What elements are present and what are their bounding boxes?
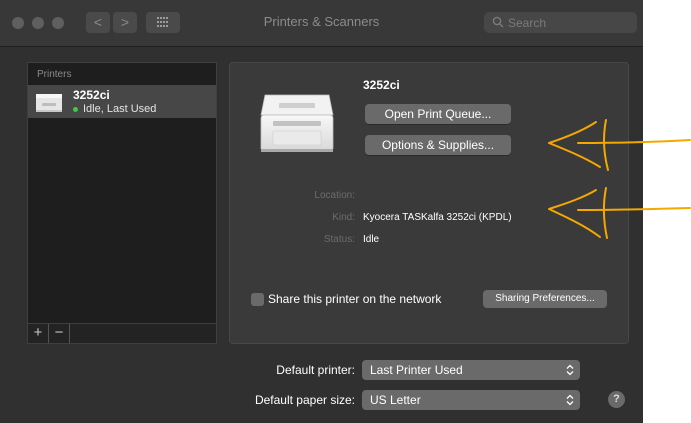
help-button[interactable]: ? (608, 391, 625, 408)
printer-image (260, 94, 334, 152)
printer-detail-name: 3252ci (363, 78, 400, 92)
open-print-queue-button[interactable]: Open Print Queue... (365, 104, 511, 124)
printer-list-footer: + − (28, 323, 216, 343)
kind-label: Kind: (332, 212, 355, 223)
kind-value: Kyocera TASKalfa 3252ci (KPDL) (363, 212, 512, 223)
search-placeholder: Search (508, 16, 547, 30)
share-printer-label[interactable]: Share this printer on the network (268, 292, 441, 306)
default-paper-value: US Letter (370, 393, 421, 407)
printer-status: Idle, Last Used (73, 103, 156, 115)
chevron-updown-icon (566, 394, 574, 406)
options-supplies-button[interactable]: Options & Supplies... (365, 135, 511, 155)
printer-list-item[interactable]: 3252ci Idle, Last Used (28, 85, 216, 118)
annotation-arrow-icon (548, 119, 691, 171)
search-icon (492, 16, 504, 28)
status-dot-icon (73, 106, 78, 112)
titlebar: < > Printers & Scanners Search (0, 0, 643, 47)
status-value: Idle (363, 234, 380, 245)
add-printer-button[interactable]: + (28, 324, 49, 343)
printer-list: Printers 3252ci Idle, Last Used + − (27, 62, 217, 344)
status-label: Status: (323, 234, 355, 245)
search-field[interactable]: Search (484, 12, 637, 33)
default-paper-select[interactable]: US Letter (362, 390, 580, 410)
default-printer-value: Last Printer Used (370, 363, 463, 377)
printer-list-header: Printers (37, 69, 72, 80)
default-paper-label: Default paper size: (254, 393, 355, 407)
annotation-arrow-icon (548, 187, 691, 239)
share-printer-checkbox[interactable] (251, 293, 264, 306)
remove-printer-button[interactable]: − (49, 324, 70, 343)
default-printer-label: Default printer: (276, 363, 355, 377)
chevron-updown-icon (566, 364, 574, 376)
location-label: Location: (314, 190, 355, 201)
printer-icon (36, 94, 62, 112)
default-printer-select[interactable]: Last Printer Used (362, 360, 580, 380)
printer-name: 3252ci (73, 88, 110, 102)
sharing-preferences-button[interactable]: Sharing Preferences... (483, 290, 607, 308)
